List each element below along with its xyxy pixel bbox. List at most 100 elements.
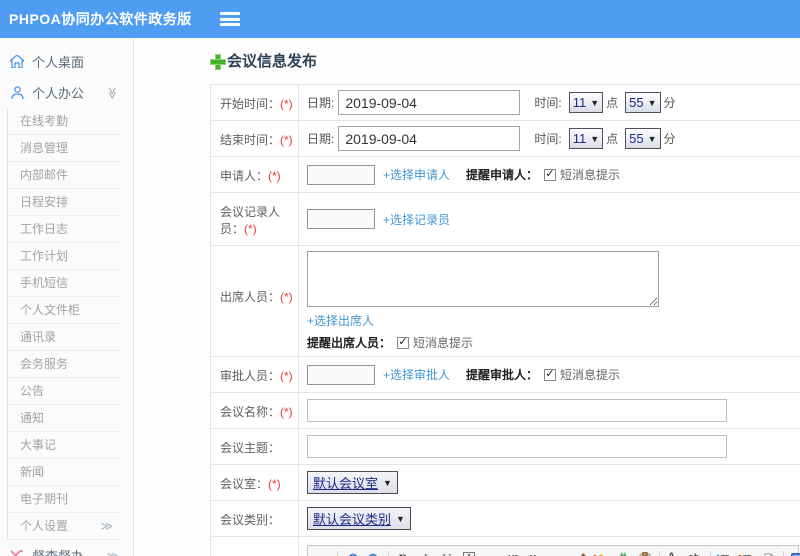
sidebar-item-contacts[interactable]: 通讯录 bbox=[8, 324, 121, 351]
sidebar-item-label: 个人办公 bbox=[32, 86, 85, 101]
chevron-double-right-icon: ≫ bbox=[106, 548, 119, 556]
select-applicant-link[interactable]: +选择申请人 bbox=[383, 166, 450, 183]
redo-icon[interactable]: ↷ bbox=[364, 549, 384, 556]
sms-checkbox[interactable] bbox=[397, 336, 410, 349]
bold-button[interactable]: B bbox=[393, 549, 413, 556]
app-header: PHPOA协同办公软件政务版 bbox=[0, 0, 800, 38]
palette-icon[interactable]: ▾ bbox=[591, 549, 611, 556]
start-date-input[interactable] bbox=[338, 90, 521, 115]
sidebar-item-announcement[interactable]: 公告 bbox=[8, 378, 121, 405]
form-row-meeting-topic: 会议主题： bbox=[211, 429, 800, 465]
select-recorder-link[interactable]: +选择记录员 bbox=[383, 211, 450, 228]
hour-unit: 点 bbox=[606, 132, 619, 146]
field-label: 开始时间： bbox=[220, 97, 281, 111]
sidebar-item-desktop[interactable]: 个人桌面 bbox=[0, 46, 133, 77]
sidebar-item-internal-mail[interactable]: 内部邮件 bbox=[8, 162, 121, 189]
required-mark: (*) bbox=[280, 290, 293, 304]
menu-icon[interactable] bbox=[219, 12, 240, 26]
subscript-icon[interactable]: X₂ bbox=[525, 549, 545, 556]
field-label: 审批人员： bbox=[220, 369, 281, 383]
user-icon bbox=[9, 85, 25, 100]
approver-input[interactable] bbox=[307, 364, 375, 385]
select-attendees-link[interactable]: +选择出席人 bbox=[307, 312, 374, 329]
end-hour-select[interactable]: 11 ▼ bbox=[568, 128, 604, 149]
sidebar-item-e-journal[interactable]: 电子期刊 bbox=[8, 486, 121, 513]
sidebar-item-work-log[interactable]: 工作日志 bbox=[8, 216, 121, 243]
form-row-end-time: 结束时间：(*) 日期: 时间: 11▼ 点 55▼ 分 bbox=[211, 121, 800, 157]
select-approver-link[interactable]: +选择审批人 bbox=[383, 366, 450, 383]
attendees-textarea[interactable] bbox=[307, 251, 659, 307]
minute-unit: 分 bbox=[663, 96, 676, 110]
start-hour-select[interactable]: 11 ▼ bbox=[568, 92, 604, 113]
form-row-meeting-category: 会议类别： 默认会议类别 ▼ bbox=[211, 501, 800, 537]
highlight-icon[interactable]: ab▾ bbox=[686, 549, 706, 556]
required-mark: (*) bbox=[280, 369, 293, 383]
field-label: 会议类别： bbox=[220, 513, 281, 527]
font-color-icon[interactable]: A▾ bbox=[664, 549, 684, 556]
sidebar-item-sms[interactable]: 手机短信 bbox=[8, 270, 121, 297]
chevron-double-down-icon: ≫ bbox=[105, 86, 120, 99]
meeting-topic-input[interactable] bbox=[307, 435, 727, 458]
undo-icon[interactable]: ↶ bbox=[342, 549, 362, 556]
superscript-icon[interactable]: X² bbox=[503, 549, 523, 556]
sidebar-item-news[interactable]: 新闻 bbox=[8, 459, 121, 486]
editor-toolbar-row-1: HTML ↶ ↷ B I U A ABC X² X₂ bbox=[308, 546, 800, 556]
blockquote-icon[interactable]: ❝ bbox=[613, 549, 633, 556]
chevron-double-right-icon: ≫ bbox=[100, 519, 113, 533]
rich-text-editor: HTML ↶ ↷ B I U A ABC X² X₂ bbox=[307, 545, 800, 556]
recorder-input[interactable] bbox=[307, 209, 375, 229]
minute-unit: 分 bbox=[663, 132, 676, 146]
field-label: 申请人： bbox=[220, 169, 269, 183]
unordered-list-icon[interactable]: ▾ bbox=[737, 549, 757, 556]
sidebar-submenu: 在线考勤 消息管理 内部邮件 日程安排 工作日志 工作计划 手机短信 个人文件柜… bbox=[7, 108, 133, 540]
meeting-room-select[interactable]: 默认会议室 ▼ bbox=[307, 471, 398, 494]
new-page-icon[interactable] bbox=[759, 549, 779, 556]
font-style-icon[interactable]: A bbox=[459, 549, 479, 556]
required-mark: (*) bbox=[268, 477, 281, 491]
time-label: 时间: bbox=[534, 96, 562, 110]
sidebar-item-messages[interactable]: 消息管理 bbox=[8, 135, 121, 162]
required-mark: (*) bbox=[280, 405, 293, 419]
sidebar-item-office[interactable]: 个人办公 ≫ bbox=[0, 77, 133, 108]
sidebar-item-events[interactable]: 大事记 bbox=[8, 432, 121, 459]
paste-icon[interactable]: T bbox=[635, 549, 655, 556]
sms-checkbox[interactable] bbox=[544, 368, 557, 381]
field-label: 会议室： bbox=[220, 477, 269, 491]
strikethrough-icon[interactable]: ABC bbox=[481, 549, 501, 556]
ordered-list-icon[interactable]: ▾ bbox=[715, 549, 735, 556]
sidebar-item-label: 督查督办 bbox=[32, 546, 84, 556]
hour-unit: 点 bbox=[606, 96, 619, 110]
home-icon bbox=[9, 55, 25, 69]
field-label: 会议名称： bbox=[220, 405, 281, 419]
sidebar-item-meeting-service[interactable]: 会务服务 bbox=[8, 351, 121, 378]
plus-icon bbox=[210, 53, 226, 70]
meeting-name-input[interactable] bbox=[307, 399, 727, 422]
sidebar-item-personal-settings[interactable]: 个人设置 ≫ bbox=[8, 513, 121, 540]
end-date-input[interactable] bbox=[338, 126, 521, 151]
start-minute-select[interactable]: 55 ▼ bbox=[625, 92, 661, 113]
eraser-icon[interactable] bbox=[547, 549, 567, 556]
italic-button[interactable]: I bbox=[415, 549, 435, 556]
sidebar-item-file-cabinet[interactable]: 个人文件柜 bbox=[8, 297, 121, 324]
sidebar-item-work-plan[interactable]: 工作计划 bbox=[8, 243, 121, 270]
sidebar-item-schedule[interactable]: 日程安排 bbox=[8, 189, 121, 216]
underline-button[interactable]: U bbox=[437, 549, 457, 556]
meeting-category-select[interactable]: 默认会议类别 ▼ bbox=[307, 507, 411, 530]
form-row-attendees: 出席人员：(*) +选择出席人 提醒出席人员： 短消息提示 bbox=[211, 246, 800, 357]
applicant-input[interactable] bbox=[307, 164, 375, 185]
sms-label: 短消息提示 bbox=[560, 368, 621, 382]
sms-label: 短消息提示 bbox=[413, 336, 474, 350]
format-brush-icon[interactable] bbox=[569, 549, 589, 556]
html-source-button[interactable]: HTML bbox=[313, 549, 333, 556]
sidebar-item-supervise[interactable]: 督查督办 ≫ bbox=[0, 540, 133, 556]
fullscreen-icon[interactable] bbox=[788, 549, 800, 556]
page-title: 会议信息发布 bbox=[210, 50, 800, 71]
form-row-content-editor: HTML ↶ ↷ B I U A ABC X² X₂ bbox=[211, 537, 800, 556]
sidebar-item-attendance[interactable]: 在线考勤 bbox=[8, 108, 121, 135]
end-minute-select[interactable]: 55 ▼ bbox=[625, 128, 661, 149]
sidebar-item-notice[interactable]: 通知 bbox=[8, 405, 121, 432]
field-label: 出席人员： bbox=[220, 290, 281, 304]
sms-checkbox[interactable] bbox=[544, 168, 557, 181]
form-row-applicant: 申请人：(*) +选择申请人 提醒申请人： 短消息提示 bbox=[211, 157, 800, 193]
form-row-approver: 审批人员：(*) +选择审批人 提醒审批人： 短消息提示 bbox=[211, 357, 800, 393]
